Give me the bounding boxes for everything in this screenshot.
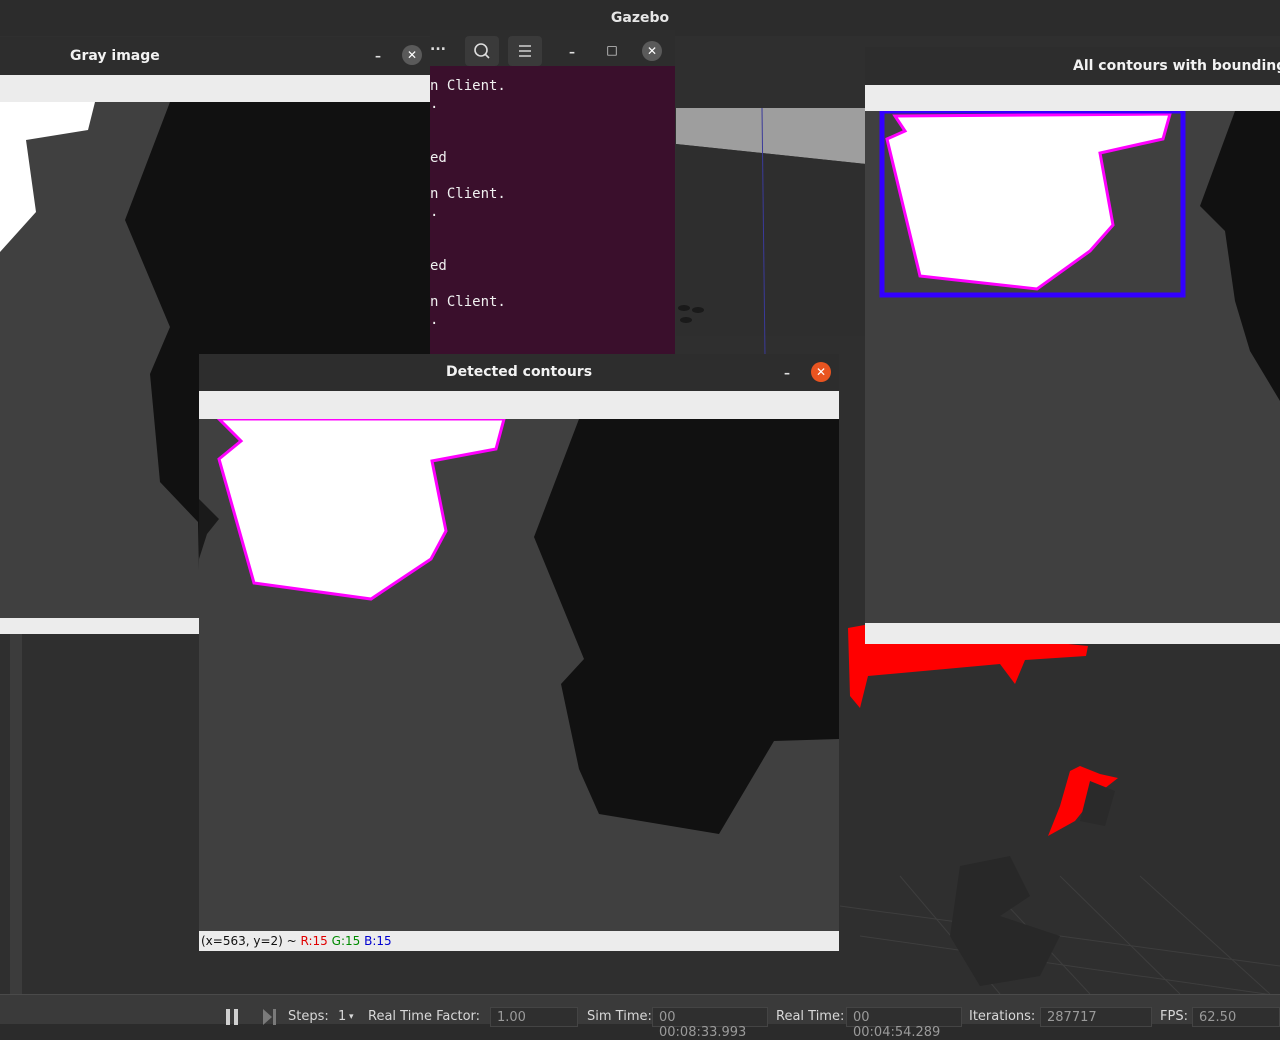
detected-contours-titlebar[interactable]: Detected contours – ✕ [199,354,839,391]
search-button[interactable] [465,36,499,66]
gazebo-time-panel: Steps: 1 ▾ Real Time Factor: 1.00 Sim Ti… [0,994,1280,1040]
terminal-line: . [430,96,439,112]
active-app-title: Gazebo [610,10,670,26]
window-title: Gray image [70,48,160,64]
window-title: Detected contours [445,364,593,380]
chevron-down-icon[interactable]: ▾ [349,1012,354,1022]
real-time-label: Real Time: [776,1009,845,1024]
fps-label: FPS: [1160,1009,1188,1024]
terminal-line: n Client. [430,186,506,202]
maximize-button[interactable]: □ [602,40,622,60]
terminal-tab-menu[interactable]: ... [430,38,446,54]
pause-icon [226,1009,238,1025]
green-value: G:15 [331,934,361,948]
pause-button[interactable] [224,1009,240,1025]
terminal-titlebar[interactable]: ... – □ ✕ [430,30,675,66]
minimize-button[interactable]: – [562,42,582,62]
minimize-button[interactable]: – [777,363,797,383]
rtf-value: 1.00 [490,1007,578,1027]
image-toolbar [865,85,1280,111]
red-value: R:15 [300,934,328,948]
terminal-output[interactable]: n Client. . ed n Client. . ed n Client. … [430,66,675,386]
terminal-line: n Client. [430,78,506,94]
terminal-line: n Client. [430,294,506,310]
image-toolbar [0,75,430,102]
terminal-line: ed [430,258,447,274]
step-forward-icon [263,1009,276,1025]
iterations-value: 287717 [1040,1007,1152,1027]
image-toolbar [199,391,839,418]
gray-image-titlebar[interactable]: Gray image – ✕ [0,37,430,75]
rtf-label: Real Time Factor: [368,1009,481,1024]
blue-value: B:15 [364,934,392,948]
pixel-info-status-bar: (x=563, y=2) ~ R:15 G:15 B:15 [199,932,839,951]
fps-value: 62.50 [1192,1007,1280,1027]
bounding-box-window[interactable]: All contours with bounding b [865,47,1280,644]
steps-spinbox[interactable]: 1 [338,1009,346,1024]
bbox-titlebar[interactable]: All contours with bounding b [865,47,1280,85]
search-icon [474,43,490,59]
terminal-line: ed [430,150,447,166]
terminal-window[interactable]: ... – □ ✕ n Client. . ed n Client. . ed … [430,30,675,386]
steps-label: Steps: [288,1009,329,1024]
hamburger-icon [519,45,531,57]
sim-time-label: Sim Time: [587,1009,652,1024]
step-button[interactable] [262,1009,278,1025]
sim-time-value: 00 00:08:33.993 [652,1007,768,1040]
close-button[interactable]: ✕ [402,45,422,65]
detected-contours-canvas [199,419,839,931]
hamburger-menu-button[interactable] [508,36,542,66]
iterations-label: Iterations: [969,1009,1036,1024]
cursor-position: (x=563, y=2) ~ [201,934,301,948]
terminal-line: . [430,312,439,328]
terminal-line: . [430,204,439,220]
close-button[interactable]: ✕ [811,362,831,382]
close-button[interactable]: ✕ [642,41,662,61]
window-title: All contours with bounding b [1073,58,1280,74]
real-time-value: 00 00:04:54.289 [846,1007,962,1040]
minimize-button[interactable]: – [368,46,388,66]
detected-contours-window[interactable]: Detected contours – ✕ (x=563, y=2) ~ R:1… [199,354,839,951]
bbox-image-canvas [865,111,1280,623]
